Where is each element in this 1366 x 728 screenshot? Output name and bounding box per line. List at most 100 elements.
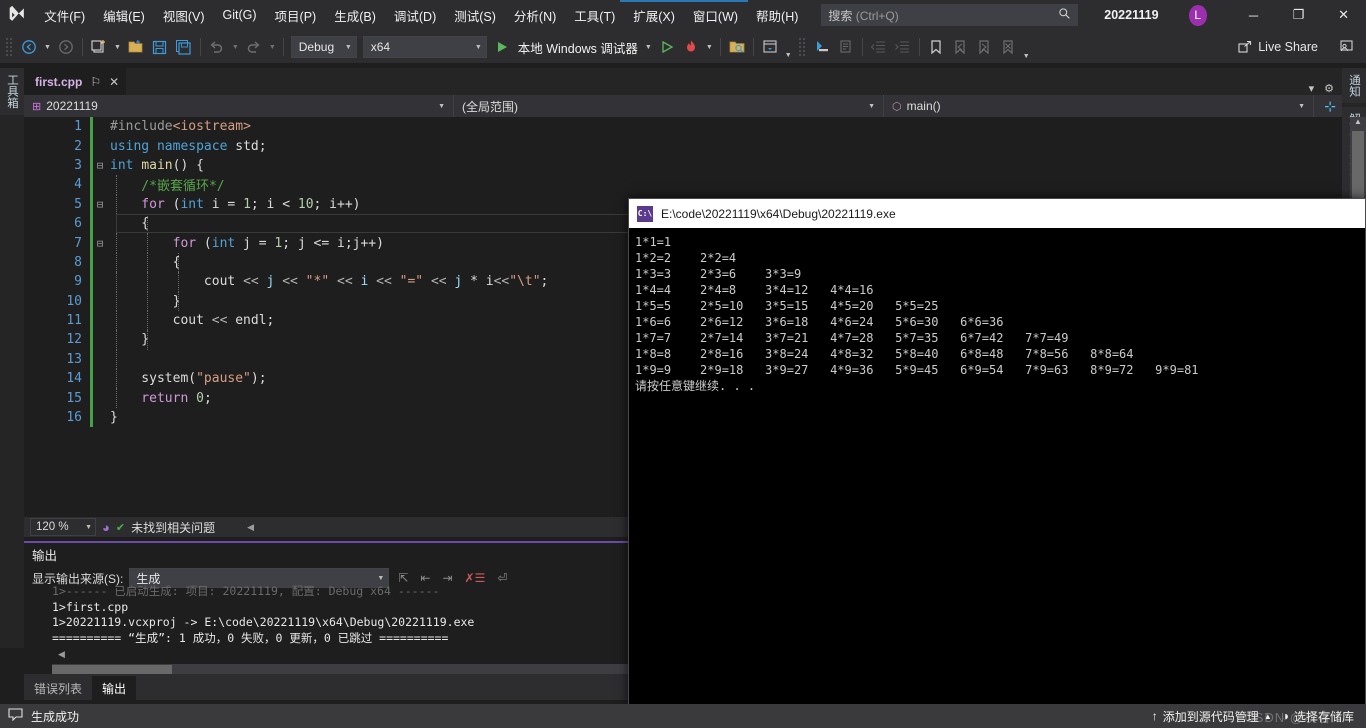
dock-tab-1[interactable]: 输出 [92,676,137,700]
start-debug-dropdown-icon[interactable]: ▼ [642,44,655,51]
step-into-icon[interactable] [810,35,834,59]
menu-item-6[interactable]: 调试(D) [385,0,445,31]
line-number: 13 [66,351,82,367]
next-bookmark-icon[interactable] [972,35,996,59]
menu-item-5[interactable]: 生成(B) [325,0,385,31]
redo-dropdown-icon[interactable]: ▼ [266,44,279,51]
code-text: return 0; [110,390,212,406]
new-project-icon[interactable] [87,35,111,59]
forward-arrow-icon[interactable] [54,35,78,59]
menu-item-11[interactable]: 窗口(W) [684,0,747,31]
change-indicator-bar [90,136,93,156]
share-feedback-icon[interactable] [1334,35,1358,59]
project-selector[interactable]: ⊞ 20221119 ▼ [24,95,454,117]
toolbar-grip[interactable] [797,37,807,57]
source-control-status[interactable]: ↑ 添加到源代码管理 ▲ [1152,708,1272,725]
dock-tab-0[interactable]: 错误列表 [24,676,92,700]
menu-item-7[interactable]: 测试(S) [445,0,505,31]
tab-settings-gear-icon[interactable]: ⚙ [1324,82,1334,95]
menu-item-2[interactable]: 视图(V) [154,0,214,31]
search-icon[interactable] [1058,7,1071,25]
open-file-icon[interactable] [124,35,148,59]
restore-button[interactable]: ❐ [1276,0,1321,31]
toggle-word-wrap-icon[interactable]: ⏎ [494,571,510,585]
toolbar-overflow-icon[interactable]: ▼ [1020,53,1033,63]
save-icon[interactable] [148,35,172,59]
close-icon[interactable]: ✕ [109,75,119,89]
indent-guide [147,310,148,331]
solution-configuration-combo[interactable]: Debug ▼ [290,36,357,58]
goto-message-icon[interactable]: ⇱ [395,571,411,585]
indent-icon[interactable] [891,35,915,59]
scope-selector-value: (全局范围) [462,99,518,114]
code-line[interactable]: 1 #include<iostream> [24,117,1342,137]
menu-item-12[interactable]: 帮助(H) [747,0,807,31]
hot-reload-icon[interactable] [679,35,703,59]
clear-bookmarks-icon[interactable] [996,35,1020,59]
member-selector[interactable]: ⬡ main() ▼ [884,95,1314,117]
fold-collapse-icon[interactable]: ⊟ [93,237,107,250]
editor-hscroll-left-arrow-icon[interactable]: ◀ [247,522,254,533]
bookmark-icon[interactable] [924,35,948,59]
prev-message-icon[interactable]: ⇤ [417,571,433,585]
live-share-button[interactable]: Live Share [1231,35,1324,59]
window-layout-dropdown-icon[interactable]: ▼ [782,52,795,63]
hot-reload-dropdown-icon[interactable]: ▼ [703,44,716,51]
output-hscroll-left-arrow-icon[interactable]: ◀ [58,649,65,660]
menu-item-8[interactable]: 分析(N) [505,0,565,31]
outdent-icon[interactable] [867,35,891,59]
back-dropdown-icon[interactable]: ▼ [41,44,54,51]
previous-bookmark-icon[interactable] [948,35,972,59]
indent-guide [116,252,117,273]
pin-icon[interactable]: ⚐ [90,75,101,89]
code-line[interactable]: 4 /*嵌套循环*/ [24,175,1342,195]
tab-list-chevron-icon[interactable]: ▾ [1309,82,1315,95]
fold-collapse-icon[interactable]: ⊟ [93,198,107,211]
comment-block-icon[interactable] [834,35,858,59]
menu-item-10[interactable]: 扩展(X) [624,0,684,31]
find-in-files-icon[interactable] [725,35,749,59]
split-view-icon[interactable]: ⊹ [1324,98,1342,115]
search-box[interactable]: 搜索 (Ctrl+Q) [821,4,1079,26]
back-arrow-icon[interactable] [17,35,41,59]
menu-item-9[interactable]: 工具(T) [565,0,624,31]
menu-item-4[interactable]: 项目(P) [266,0,326,31]
menu-item-0[interactable]: 文件(F) [35,0,94,31]
zoom-level-combo[interactable]: 120 % ▼ [30,518,96,536]
undo-icon[interactable] [205,35,229,59]
minimize-button[interactable]: ─ [1231,0,1276,31]
code-line[interactable]: 3 ⊟ int main() { [24,155,1342,176]
member-selector-value: main() [906,99,941,113]
toolbar-grip[interactable] [5,37,14,57]
fold-collapse-icon[interactable]: ⊟ [93,159,107,172]
next-message-icon[interactable]: ⇥ [439,571,455,585]
menu-item-3[interactable]: Git(G) [214,0,266,31]
solution-platform-combo[interactable]: x64 ▼ [362,36,487,58]
line-number: 6 [74,216,82,232]
window-layout-icon[interactable] [758,35,782,59]
start-without-debugging-icon[interactable] [655,35,679,59]
project-selector-icon: ⊞ [32,100,42,113]
avatar[interactable]: L [1188,4,1208,26]
intellisense-icon[interactable]: ◕ [102,520,110,535]
code-line[interactable]: 2 using namespace std; [24,136,1342,156]
sidebar-item-notifications[interactable]: 通知 [1342,68,1366,103]
scope-selector[interactable]: (全局范围) ▼ [454,95,884,117]
clear-all-icon[interactable]: ✗☰ [462,571,489,585]
new-project-dropdown-icon[interactable]: ▼ [111,44,124,51]
tab-first-cpp[interactable]: first.cpp ⚐ ✕ [24,68,127,95]
redo-icon[interactable] [242,35,266,59]
code-text: cout << endl; [110,313,275,329]
scroll-up-arrow-icon[interactable]: ▲ [1350,117,1366,126]
menu-item-1[interactable]: 编辑(E) [94,0,154,31]
close-button[interactable]: ✕ [1321,0,1366,31]
save-all-icon[interactable] [172,35,196,59]
solution-platform-value: x64 [370,40,391,54]
console-title-bar[interactable]: C:\ E:\code\20221119\x64\Debug\20221119.… [629,199,1365,228]
sidebar-item-toolbox[interactable]: 工具箱 [0,68,24,115]
start-debug-label[interactable]: 本地 Windows 调试器 [514,38,642,57]
console-window[interactable]: C:\ E:\code\20221119\x64\Debug\20221119.… [628,198,1366,706]
repository-selector[interactable]: ◑ 选择存储库 [1282,708,1354,725]
undo-dropdown-icon[interactable]: ▼ [229,44,242,51]
start-debug-icon[interactable] [490,35,514,59]
